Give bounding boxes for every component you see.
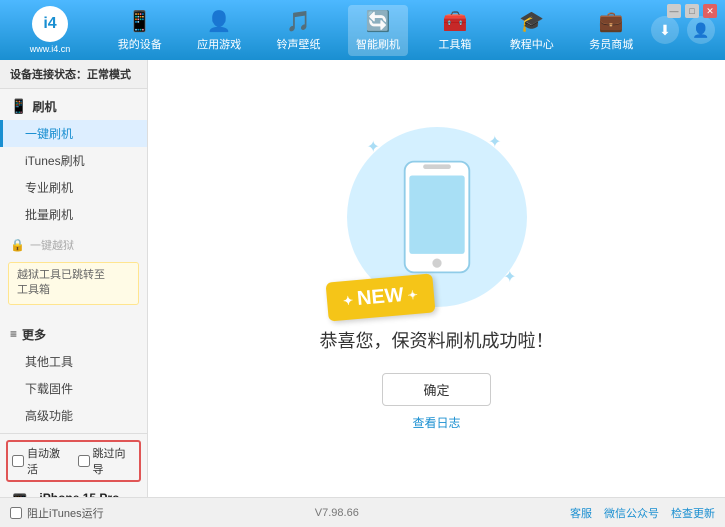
sidebar-item-other-tools[interactable]: 其他工具	[0, 348, 147, 375]
device-details: iPhone 15 Pro Max 512GB iPhone	[39, 491, 141, 497]
status-value: 正常模式	[87, 69, 131, 81]
sidebar-item-batch-flash[interactable]: 批量刷机	[0, 201, 147, 228]
header-actions: ⬇ 👤	[651, 16, 715, 44]
content-area: ✦ ✦ ✦ NEW 恭喜您，保资料刷机成功啦！ 确定	[148, 60, 725, 497]
nav-icon-smart-flash: 🔄	[366, 9, 391, 34]
log-button[interactable]: 查看日志	[412, 414, 460, 431]
flash-group-icon: 📱	[10, 98, 27, 115]
nav-item-smart-flash[interactable]: 🔄 智能刷机	[348, 5, 408, 56]
auto-activate-text: 自动激活	[27, 445, 70, 477]
nav-icon-service: 💼	[599, 9, 624, 34]
minimize-button[interactable]: —	[667, 4, 681, 18]
nav-item-service[interactable]: 💼 务员商城	[581, 5, 641, 56]
nav-label-ringtone: 铃声壁纸	[277, 36, 321, 52]
nav-item-tutorial[interactable]: 🎓 教程中心	[502, 5, 562, 56]
nav-item-toolbox[interactable]: 🧰 工具箱	[427, 5, 482, 56]
more-section: ≡ 更多 其他工具 下载固件 高级功能	[0, 317, 147, 433]
sidebar-item-one-key-flash[interactable]: 一键刷机	[0, 120, 147, 147]
main-layout: 设备连接状态：正常模式 📱 刷机 一键刷机 iTunes刷机 专业刷机 批量刷机…	[0, 60, 725, 497]
sidebar-bottom: 自动激活 跳过向导 📱 iPhone 15 Pro Max 512GB iPho…	[0, 433, 147, 497]
flash-group-label: 刷机	[32, 98, 56, 115]
more-group-label: 更多	[22, 326, 46, 343]
footer-right: 客服微信公众号检查更新	[570, 505, 715, 521]
footer-version: V7.98.66	[315, 507, 359, 519]
sidebar-item-advanced[interactable]: 高级功能	[0, 402, 147, 429]
nav-label-toolbox: 工具箱	[438, 36, 471, 52]
action-buttons: 确定 查看日志	[382, 373, 490, 431]
nav-icon-my-device: 📱	[127, 9, 152, 34]
nav-label-tutorial: 教程中心	[510, 36, 554, 52]
nav-icon-ringtone: 🎵	[286, 9, 311, 34]
footer-link-1[interactable]: 微信公众号	[604, 505, 659, 521]
header: i4 www.i4.cn 📱 我的设备 👤 应用游戏 🎵 铃声壁纸 🔄 智能刷机 🧰 工具箱 🎓 教程…	[0, 0, 725, 60]
stop-itunes-label: 阻止iTunes运行	[27, 505, 104, 521]
skip-guide-checkbox[interactable]	[78, 455, 90, 467]
auto-activate-label[interactable]: 自动激活	[12, 445, 70, 477]
download-button[interactable]: ⬇	[651, 16, 679, 44]
jailbreak-disabled: 🔒 一键越狱	[0, 232, 147, 258]
nav-item-my-device[interactable]: 📱 我的设备	[110, 5, 170, 56]
phone-svg	[397, 157, 477, 277]
skip-guide-text: 跳过向导	[93, 445, 136, 477]
more-group-header: ≡ 更多	[0, 321, 147, 348]
footer-link-2[interactable]: 检查更新	[671, 505, 715, 521]
user-button[interactable]: 👤	[687, 16, 715, 44]
nav-item-ringtone[interactable]: 🎵 铃声壁纸	[269, 5, 329, 56]
nav-icon-toolbox: 🧰	[442, 9, 467, 34]
sparkle-1: ✦	[367, 137, 380, 157]
confirm-button[interactable]: 确定	[382, 373, 490, 406]
footer-link-0[interactable]: 客服	[570, 505, 592, 521]
logo: i4 www.i4.cn	[10, 6, 90, 54]
logo-icon: i4	[32, 6, 68, 42]
sparkle-2: ✦	[488, 132, 501, 152]
device-status: 设备连接状态：正常模式	[0, 60, 147, 89]
more-group-icon: ≡	[10, 327, 17, 341]
maximize-button[interactable]: □	[685, 4, 699, 18]
nav-label-app-games: 应用游戏	[197, 36, 241, 52]
nav-icon-app-games: 👤	[207, 9, 232, 34]
warning-box: 越狱工具已跳转至工具箱	[8, 262, 139, 305]
checkbox-row: 自动激活 跳过向导	[6, 440, 141, 482]
close-button[interactable]: ✕	[703, 4, 717, 18]
flash-section: 📱 刷机 一键刷机 iTunes刷机 专业刷机 批量刷机	[0, 89, 147, 232]
stop-itunes-checkbox[interactable]	[10, 507, 22, 519]
device-name: iPhone 15 Pro Max	[39, 491, 141, 497]
auto-activate-checkbox[interactable]	[12, 455, 24, 467]
window-controls: — □ ✕	[667, 4, 717, 18]
footer: 阻止iTunes运行 V7.98.66 客服微信公众号检查更新	[0, 497, 725, 527]
skip-guide-label[interactable]: 跳过向导	[78, 445, 136, 477]
success-message: 恭喜您，保资料刷机成功啦！	[320, 327, 554, 353]
sidebar-item-pro-flash[interactable]: 专业刷机	[0, 174, 147, 201]
nav-item-app-games[interactable]: 👤 应用游戏	[189, 5, 249, 56]
new-badge: NEW	[325, 273, 435, 321]
jailbreak-label: 一键越狱	[30, 237, 74, 253]
lock-icon: 🔒	[10, 238, 25, 252]
sparkle-3: ✦	[503, 267, 516, 287]
logo-subtitle: www.i4.cn	[30, 44, 71, 54]
nav-bar: 📱 我的设备 👤 应用游戏 🎵 铃声壁纸 🔄 智能刷机 🧰 工具箱 🎓 教程中心 💼 务员商城	[100, 5, 651, 56]
phone-illustration: ✦ ✦ ✦ NEW	[347, 127, 527, 307]
nav-label-smart-flash: 智能刷机	[356, 36, 400, 52]
new-badge-text: NEW	[356, 284, 404, 311]
sidebar: 设备连接状态：正常模式 📱 刷机 一键刷机 iTunes刷机 专业刷机 批量刷机…	[0, 60, 148, 497]
nav-label-my-device: 我的设备	[118, 36, 162, 52]
footer-left: 阻止iTunes运行	[10, 505, 104, 521]
sidebar-item-download-firmware[interactable]: 下载固件	[0, 375, 147, 402]
sidebar-item-itunes-flash[interactable]: iTunes刷机	[0, 147, 147, 174]
device-info: 📱 iPhone 15 Pro Max 512GB iPhone	[6, 488, 141, 497]
nav-label-service: 务员商城	[589, 36, 633, 52]
nav-icon-tutorial: 🎓	[519, 9, 544, 34]
device-phone-icon: 📱	[6, 493, 33, 497]
flash-group-header: 📱 刷机	[0, 93, 147, 120]
